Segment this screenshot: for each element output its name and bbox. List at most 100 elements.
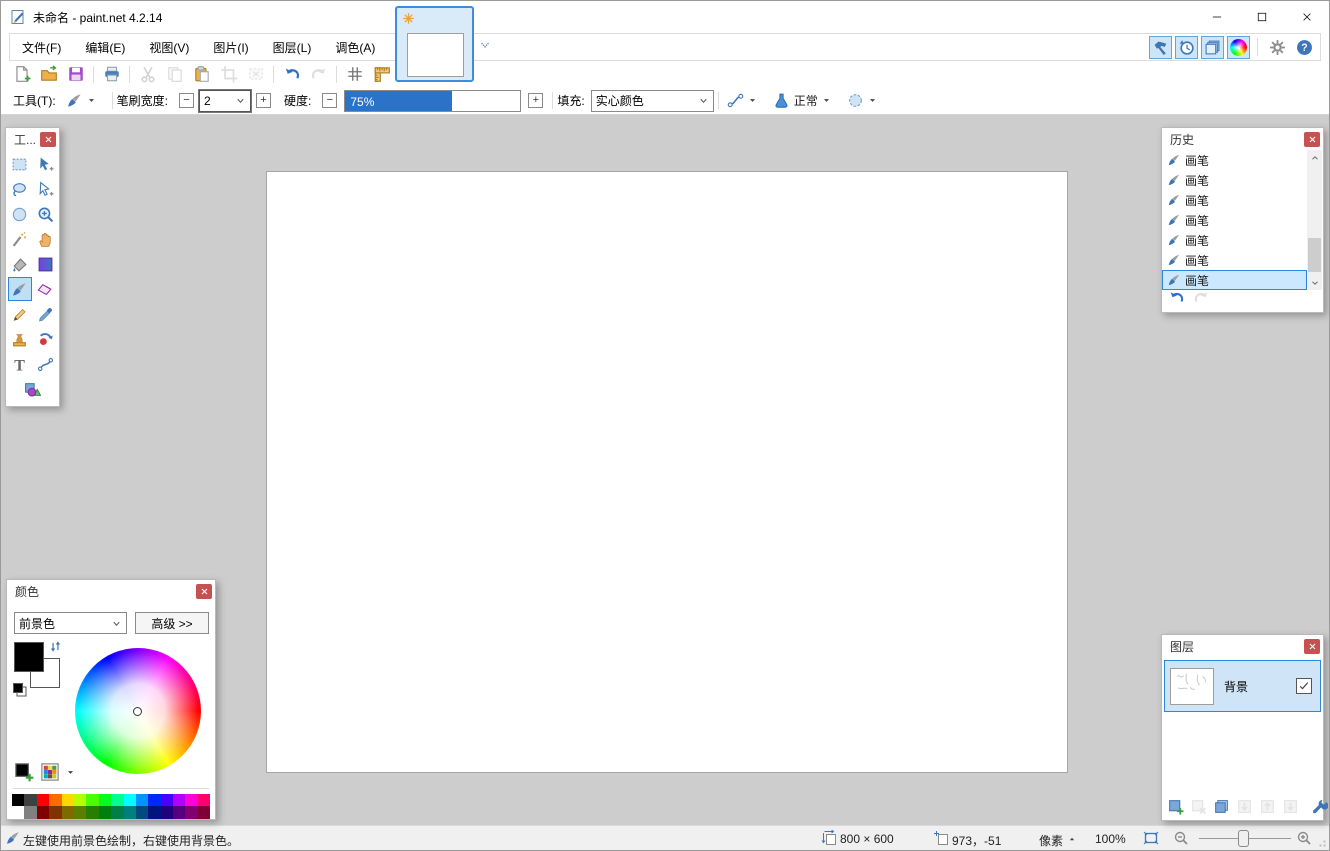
cut-button[interactable]: [134, 63, 161, 86]
layer-properties-button[interactable]: [1311, 797, 1328, 816]
tool-shapes[interactable]: [21, 377, 45, 401]
palette-swatch[interactable]: [111, 806, 123, 818]
palette-swatch[interactable]: [12, 794, 24, 806]
settings-button[interactable]: [1265, 35, 1289, 59]
zoom-slider-thumb[interactable]: [1238, 830, 1249, 847]
tool-zoom[interactable]: [34, 202, 58, 226]
colors-window-toggle[interactable]: [1227, 36, 1250, 59]
palette-swatch[interactable]: [148, 806, 160, 818]
tools-window-toggle[interactable]: [1149, 36, 1172, 59]
foreground-color-swatch[interactable]: [14, 642, 44, 672]
crop-to-selection-button[interactable]: [215, 63, 242, 86]
paste-button[interactable]: [188, 63, 215, 86]
chevron-down-icon[interactable]: [66, 768, 75, 777]
menu-edit[interactable]: 编辑(E): [73, 34, 137, 60]
tool-text[interactable]: T: [8, 352, 32, 376]
merge-down-button[interactable]: [1236, 797, 1253, 816]
palette-swatch[interactable]: [99, 806, 111, 818]
tool-eraser[interactable]: [34, 277, 58, 301]
caret-up-icon[interactable]: [1067, 834, 1077, 844]
palette-swatch[interactable]: [148, 794, 160, 806]
tool-line-curve[interactable]: [34, 352, 58, 376]
tool-ellipse-select[interactable]: [8, 202, 32, 226]
maximize-button[interactable]: [1239, 1, 1284, 33]
duplicate-layer-button[interactable]: [1213, 797, 1230, 816]
palette-swatch[interactable]: [185, 806, 197, 818]
open-button[interactable]: [35, 63, 62, 86]
add-color-to-palette-icon[interactable]: [14, 762, 34, 782]
layers-palette-close-button[interactable]: [1304, 639, 1320, 654]
menu-image[interactable]: 图片(I): [201, 34, 260, 60]
advanced-colors-button[interactable]: 高级 >>: [135, 612, 209, 634]
scroll-up-arrow[interactable]: [1307, 150, 1322, 165]
new-button[interactable]: [8, 63, 35, 86]
tool-move-selection[interactable]: [34, 177, 58, 201]
colors-palette-close-button[interactable]: [196, 584, 212, 599]
palette-swatch[interactable]: [198, 806, 210, 818]
tool-lasso-select[interactable]: [8, 177, 32, 201]
tool-paint-bucket[interactable]: [8, 252, 32, 276]
history-palette-close-button[interactable]: [1304, 132, 1320, 147]
palette-swatch[interactable]: [74, 794, 86, 806]
color-wheel-marker[interactable]: [133, 707, 142, 716]
palette-swatch[interactable]: [111, 794, 123, 806]
help-button[interactable]: ?: [1292, 35, 1316, 59]
move-layer-up-button[interactable]: [1259, 797, 1276, 816]
tool-magic-wand[interactable]: [8, 227, 32, 251]
palette-swatch[interactable]: [161, 806, 173, 818]
print-button[interactable]: [98, 63, 125, 86]
history-item[interactable]: 画笔: [1162, 250, 1307, 270]
palette-swatch[interactable]: [37, 806, 49, 818]
zoom-in-icon[interactable]: [1296, 830, 1312, 846]
menu-adjustments[interactable]: 调色(A): [323, 34, 387, 60]
history-scrollbar[interactable]: [1307, 150, 1322, 290]
image-tab[interactable]: [395, 6, 474, 82]
layers-window-toggle[interactable]: [1201, 36, 1224, 59]
scrollbar-thumb[interactable]: [1308, 238, 1321, 272]
palette-swatch[interactable]: [24, 794, 36, 806]
resize-grip[interactable]: [1311, 832, 1327, 848]
undo-button[interactable]: [278, 63, 305, 86]
palette-swatch[interactable]: [173, 806, 185, 818]
menu-file[interactable]: 文件(F): [10, 34, 73, 60]
hardness-decrease-button[interactable]: −: [322, 93, 337, 108]
palette-swatch[interactable]: [173, 794, 185, 806]
palette-manager-icon[interactable]: [40, 762, 60, 782]
tool-paintbrush[interactable]: [8, 277, 32, 301]
zoom-out-icon[interactable]: [1173, 830, 1189, 846]
scroll-down-arrow[interactable]: [1307, 275, 1322, 290]
add-layer-button[interactable]: [1167, 797, 1184, 816]
palette-swatch[interactable]: [86, 806, 98, 818]
palette-swatch[interactable]: [49, 806, 61, 818]
swap-colors-icon[interactable]: [49, 640, 62, 653]
palette-swatch[interactable]: [124, 806, 136, 818]
tool-pan[interactable]: [34, 227, 58, 251]
palette-swatch[interactable]: [198, 794, 210, 806]
history-redo-button[interactable]: [1193, 289, 1210, 309]
move-layer-down-button[interactable]: [1282, 797, 1299, 816]
redo-button[interactable]: [305, 63, 332, 86]
history-item[interactable]: 画笔: [1162, 230, 1307, 250]
palette-swatch[interactable]: [49, 794, 61, 806]
history-item[interactable]: 画笔: [1162, 270, 1307, 290]
ruler-button[interactable]: [368, 63, 395, 86]
copy-button[interactable]: [161, 63, 188, 86]
hardness-slider[interactable]: 75%: [344, 90, 521, 112]
palette-swatch[interactable]: [62, 806, 74, 818]
canvas[interactable]: [266, 171, 1068, 773]
selection-clipping-dropdown[interactable]: [843, 90, 881, 111]
palette-swatch[interactable]: [136, 794, 148, 806]
history-undo-button[interactable]: [1168, 289, 1185, 309]
tools-palette-close-button[interactable]: [40, 132, 56, 147]
palette-swatch[interactable]: [12, 806, 24, 818]
tool-move-selected-pixels[interactable]: [34, 152, 58, 176]
menu-view[interactable]: 视图(V): [137, 34, 201, 60]
palette-swatch[interactable]: [99, 794, 111, 806]
image-list-chevron-icon[interactable]: [478, 39, 492, 51]
layer-row[interactable]: 背景: [1164, 660, 1321, 712]
palette-swatch[interactable]: [24, 806, 36, 818]
palette-swatch[interactable]: [62, 794, 74, 806]
palette-swatch[interactable]: [74, 806, 86, 818]
active-tool-dropdown[interactable]: [62, 90, 100, 111]
blend-mode-dropdown[interactable]: 正常: [769, 90, 835, 111]
